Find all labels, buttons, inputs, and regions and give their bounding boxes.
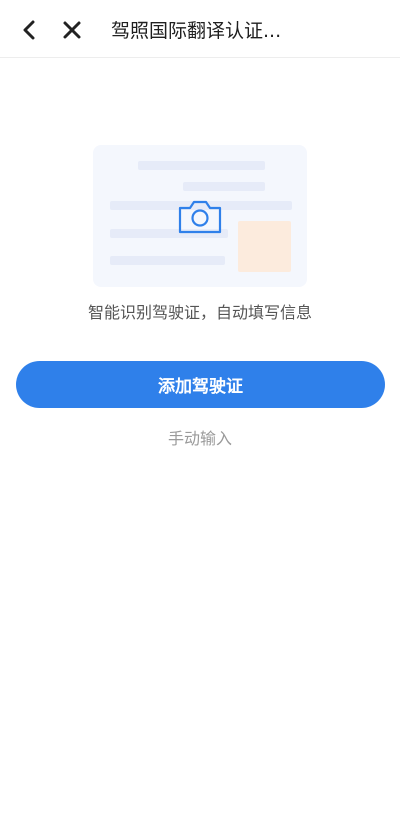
illustration-line bbox=[138, 161, 265, 170]
license-illustration bbox=[93, 145, 307, 287]
close-icon bbox=[63, 21, 81, 39]
back-button[interactable] bbox=[17, 18, 41, 42]
add-license-button[interactable]: 添加驾驶证 bbox=[16, 361, 385, 408]
camera-icon bbox=[178, 200, 222, 234]
ocr-hint-text: 智能识别驾驶证，自动填写信息 bbox=[87, 303, 312, 322]
photo-placeholder bbox=[238, 221, 291, 272]
page-title: 驾照国际翻译认证... bbox=[111, 20, 282, 42]
manual-input-link[interactable]: 手动输入 bbox=[0, 427, 400, 451]
illustration-line bbox=[183, 182, 265, 191]
chevron-left-icon bbox=[23, 20, 35, 40]
illustration-line bbox=[110, 256, 225, 265]
top-nav-bar: 驾照国际翻译认证... bbox=[0, 0, 400, 58]
close-button[interactable] bbox=[60, 18, 84, 42]
